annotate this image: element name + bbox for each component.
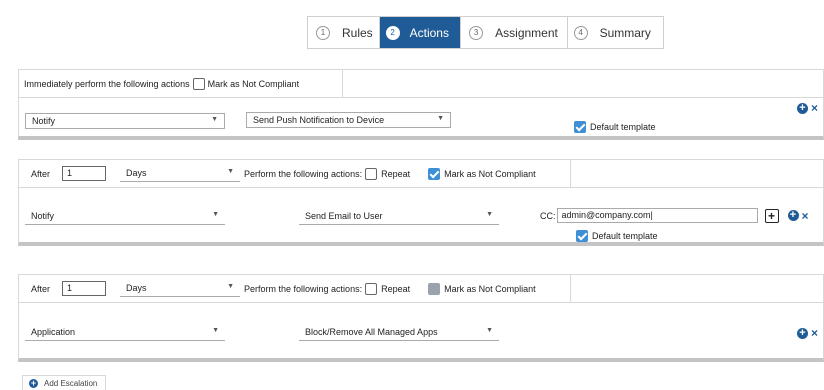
selected-value: Notify (31, 211, 55, 221)
perform-label: Perform the following actions: (244, 168, 363, 179)
mark-not-compliant-checkbox[interactable] (428, 167, 441, 180)
selected-value: Notify (32, 116, 56, 126)
selected-value: Send Push Notification to Device (253, 115, 385, 125)
action-type-select[interactable]: Notify ▼ (25, 113, 225, 129)
chevron-down-icon: ▼ (486, 327, 493, 334)
default-template-checkbox[interactable] (576, 230, 588, 242)
chevron-down-icon: ▼ (212, 211, 219, 218)
escalation-panel-1: After 1 Days ▼ Perform the following act… (18, 159, 824, 246)
mark-not-compliant-label: Mark as Not Compliant (207, 78, 300, 89)
default-template-option[interactable]: Default template (576, 230, 658, 242)
perform-label: Perform the following actions: (244, 283, 363, 294)
step-actions[interactable]: 2 Actions (379, 17, 462, 48)
mark-not-compliant-label: Mark as Not Compliant (444, 168, 536, 179)
action-type-select[interactable]: Application ▼ (25, 325, 225, 341)
cc-label: CC: (540, 210, 556, 221)
step-label: Assignment (495, 25, 558, 40)
wizard-steps: 1 Rules 2 Actions 3 Assignment 4 Summary (307, 16, 664, 49)
selected-value: Send Email to User (305, 211, 383, 221)
after-label: After (31, 283, 51, 294)
add-circle-icon[interactable]: + (787, 210, 799, 221)
step-number: 1 (316, 25, 330, 40)
action-value-select[interactable]: Block/Remove All Managed Apps ▼ (299, 325, 499, 341)
step-number: 2 (385, 25, 400, 40)
chevron-down-icon: ▼ (227, 167, 235, 175)
chevron-down-icon: ▼ (211, 116, 218, 123)
repeat-checkbox[interactable] (365, 167, 378, 180)
divider (19, 97, 823, 98)
action-value-select[interactable]: Send Push Notification to Device ▼ (246, 112, 451, 128)
add-escalation-label: Add Escalation (44, 378, 98, 388)
close-icon[interactable]: × (811, 327, 818, 339)
step-number: 3 (469, 25, 484, 40)
divider (19, 187, 823, 188)
step-assignment[interactable]: 3 Assignment (461, 17, 568, 48)
chevron-down-icon: ▼ (437, 115, 444, 122)
mark-not-compliant-label: Mark as Not Compliant (444, 283, 536, 294)
repeat-label: Repeat (381, 168, 411, 179)
step-label: Summary (599, 25, 651, 40)
selected-value: Application (31, 327, 76, 337)
after-label: After (31, 168, 51, 179)
repeat-checkbox[interactable] (365, 282, 378, 295)
step-number: 4 (573, 25, 588, 40)
step-rules[interactable]: 1 Rules (308, 17, 380, 48)
mark-not-compliant-checkbox[interactable] (192, 77, 205, 90)
chevron-down-icon: ▼ (212, 327, 219, 334)
action-value-select[interactable]: Send Email to User ▼ (299, 209, 499, 225)
add-circle-icon[interactable]: + (797, 102, 808, 114)
close-icon[interactable]: × (802, 210, 809, 222)
escalation-tab-2: After 1 Days ▼ Perform the following act… (18, 274, 571, 302)
add-recipient-icon[interactable]: + (764, 208, 779, 223)
default-template-label: Default template (590, 122, 656, 132)
add-circle-icon: + (29, 377, 38, 388)
immediate-actions-panel: Immediately perform the following action… (18, 69, 824, 140)
tab-label: Immediately perform the following action… (24, 78, 190, 89)
default-template-option[interactable]: Default template (574, 121, 656, 133)
divider (19, 302, 823, 303)
days-select[interactable]: Days ▼ (120, 280, 241, 297)
row-actions: + × (797, 327, 818, 339)
default-template-label: Default template (592, 231, 658, 241)
add-escalation-button[interactable]: + Add Escalation (22, 375, 106, 390)
escalation-tab-1: After 1 Days ▼ Perform the following act… (18, 159, 571, 187)
chevron-down-icon: ▼ (227, 282, 235, 290)
action-type-select[interactable]: Notify ▼ (25, 209, 225, 225)
selected-value: Block/Remove All Managed Apps (305, 327, 438, 337)
default-template-checkbox[interactable] (574, 121, 586, 133)
mark-not-compliant-checkbox (428, 282, 441, 295)
step-label: Rules (342, 25, 373, 40)
add-circle-icon[interactable]: + (797, 327, 808, 339)
cc-input[interactable]: admin@company.com| (556, 208, 758, 223)
close-icon[interactable]: × (811, 102, 818, 114)
chevron-down-icon: ▼ (486, 211, 493, 218)
cc-field-group: CC: admin@company.com| + + × (540, 208, 809, 223)
repeat-label: Repeat (381, 283, 411, 294)
escalation-panel-2: After 1 Days ▼ Perform the following act… (18, 274, 824, 362)
step-label: Actions (409, 25, 449, 40)
step-summary[interactable]: 4 Summary (568, 17, 663, 48)
selected-value: Days (126, 282, 147, 293)
row-actions: + × (797, 102, 818, 114)
days-select[interactable]: Days ▼ (120, 165, 241, 182)
selected-value: Days (126, 167, 147, 178)
after-value-input[interactable]: 1 (62, 281, 107, 296)
after-value-input[interactable]: 1 (62, 166, 107, 181)
immediate-actions-tab: Immediately perform the following action… (18, 69, 343, 97)
